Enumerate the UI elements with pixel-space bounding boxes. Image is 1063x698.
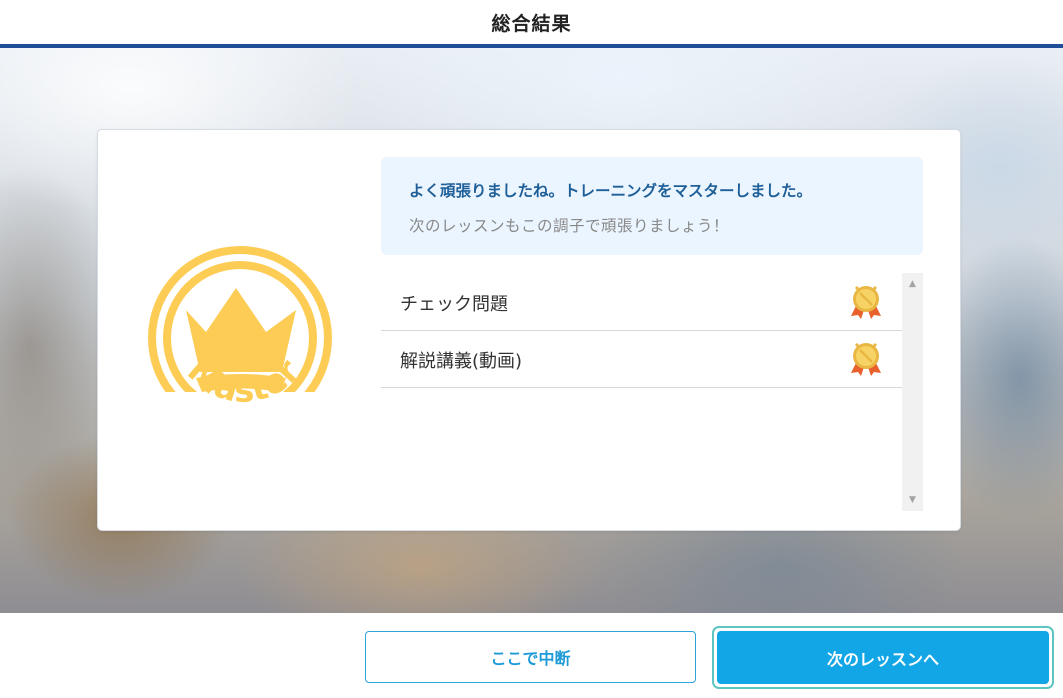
lesson-name: 解説講義(動画) bbox=[400, 351, 523, 372]
gold-medal-icon bbox=[851, 286, 881, 319]
lesson-name: チェック問題 bbox=[400, 294, 508, 315]
scroll-down-arrow-icon[interactable]: ▼ bbox=[902, 491, 923, 509]
master-badge-icon: Master bbox=[148, 246, 332, 442]
pause-here-button[interactable]: ここで中断 bbox=[365, 631, 696, 683]
list-scrollbar[interactable]: ▲ ▼ bbox=[902, 273, 923, 511]
page-header: 総合結果 bbox=[0, 0, 1063, 48]
page-title: 総合結果 bbox=[491, 12, 572, 35]
result-message-sub: 次のレッスンもこの調子で頑張りましょう！ bbox=[409, 217, 730, 235]
scroll-up-arrow-icon[interactable]: ▲ bbox=[902, 275, 923, 293]
next-lesson-button-label[interactable]: 次のレッスンへ bbox=[717, 631, 1049, 684]
lesson-result-list: チェック問題 解説講義(動画) ▲ ▼ bbox=[381, 273, 923, 511]
result-message-box: よく頑張りましたね。トレーニングをマスターしました。 次のレッスンもこの調子で頑… bbox=[381, 157, 923, 255]
gold-medal-icon bbox=[851, 343, 881, 376]
footer-bar: ここで中断 次のレッスンへ bbox=[0, 613, 1063, 698]
list-item: チェック問題 bbox=[381, 273, 902, 331]
result-card: Master よく頑張りましたね。トレーニングをマスターしました。 次のレッスン… bbox=[97, 129, 961, 531]
list-item: 解説講義(動画) bbox=[381, 330, 902, 388]
result-message-main: よく頑張りましたね。トレーニングをマスターしました。 bbox=[409, 182, 813, 200]
lesson-rows: チェック問題 解説講義(動画) bbox=[381, 273, 902, 511]
next-lesson-button[interactable]: 次のレッスンへ bbox=[712, 626, 1054, 689]
